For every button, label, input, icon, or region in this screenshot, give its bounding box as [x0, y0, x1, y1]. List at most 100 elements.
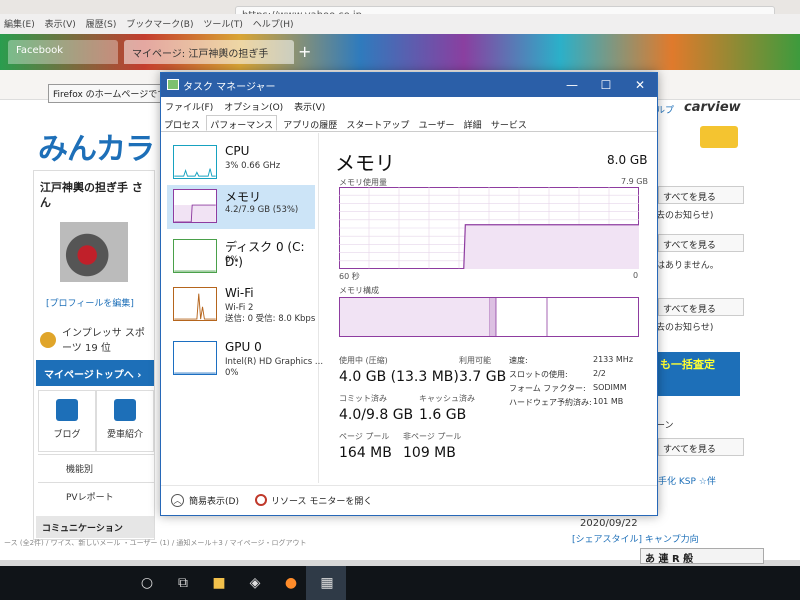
memory-detail-pane: メモリ 8.0 GB メモリ使用量 7.9 GB 60 秒 0 メモリ構成 使用…	[321, 133, 657, 483]
resource-name: Wi-Fi	[225, 286, 254, 300]
ad-banner[interactable]: も一括査定	[656, 352, 740, 396]
site-logo[interactable]: みんカラ	[38, 124, 155, 168]
committed-value: 4.0/9.8 GB	[339, 407, 414, 423]
see-all-button[interactable]: すべてを見る	[658, 234, 744, 252]
minimize-button[interactable]: —	[557, 75, 587, 95]
task-view-icon[interactable]: ⧉	[172, 572, 194, 594]
cached-label: キャッシュ済み	[419, 394, 475, 403]
tab-performance[interactable]: パフォーマンス	[206, 115, 278, 131]
menu-history[interactable]: 履歴(S)	[86, 17, 117, 30]
blog-button[interactable]: ブログ	[38, 390, 96, 452]
username: 江戸神輿の担ぎ手 さん	[40, 181, 143, 209]
committed-label: コミット済み	[339, 394, 387, 403]
car-intro-button[interactable]: 愛車紹介	[96, 390, 154, 452]
in-use-value: 4.0 GB (13.3 MB)	[339, 369, 459, 385]
spec-reserved-value: 101 MB	[593, 397, 624, 406]
tab-facebook[interactable]: Facebook	[8, 40, 118, 64]
tab-mypage[interactable]: マイページ: 江戸神輿の担ぎ手	[124, 40, 294, 64]
close-button[interactable]: ✕	[625, 75, 655, 95]
sidebar-item-kino[interactable]: 機能別	[38, 454, 154, 480]
resource-value: Wi-Fi 2 送信: 0 受信: 8.0 Kbps	[225, 303, 315, 325]
open-resource-monitor-link[interactable]: リソース モニターを開く	[271, 494, 372, 507]
past-news-link[interactable]: 去のお知らせ)	[656, 320, 713, 333]
app-icon[interactable]: ◈	[244, 572, 266, 594]
ad-text: も一括査定	[660, 358, 715, 371]
car-intro-label: 愛車紹介	[106, 430, 143, 440]
file-explorer-icon[interactable]: ■	[208, 572, 230, 594]
mypage-top-button[interactable]: マイページトップへ ›	[36, 360, 154, 386]
memory-usage-graph	[339, 187, 639, 269]
search-button[interactable]	[700, 126, 738, 148]
see-all-button[interactable]: すべてを見る	[658, 438, 744, 456]
gpu-usage: 0%	[225, 368, 239, 378]
spec-speed-value: 2133 MHz	[593, 355, 634, 364]
see-all-button[interactable]: すべてを見る	[658, 298, 744, 316]
community-header[interactable]: コミュニケーション	[36, 516, 154, 538]
task-manager-footer: ︿ 簡易表示(D) リソース モニターを開く	[161, 485, 657, 515]
post-date: 2020/09/22	[580, 518, 638, 529]
past-news-link[interactable]: 去のお知らせ)	[656, 208, 713, 221]
resource-name: ディスク 0 (C: D:)	[225, 240, 305, 269]
wifi-throughput: 送信: 0 受信: 8.0 Kbps	[225, 314, 316, 324]
menu-view[interactable]: 表示(V)	[45, 17, 76, 30]
tab-services[interactable]: サービス	[488, 116, 530, 132]
composition-label: メモリ構成	[339, 286, 379, 295]
title-bar[interactable]: タスク マネージャー — ☐ ✕	[161, 73, 657, 97]
task-manager-window: タスク マネージャー — ☐ ✕ ファイル(F) オプション(O) 表示(V) …	[160, 72, 658, 516]
tab-startup[interactable]: スタートアップ	[343, 116, 412, 132]
resource-list: CPU 3% 0.66 GHz メモリ 4.2/7.9 GB (53%) ディス…	[161, 133, 323, 483]
new-tab-button[interactable]: +	[298, 42, 311, 61]
task-manager-taskbar-icon[interactable]: ▦	[316, 572, 338, 594]
taskbar	[0, 566, 800, 600]
carview-logo[interactable]: carview	[684, 100, 741, 115]
resource-wifi[interactable]: Wi-Fi Wi-Fi 2 送信: 0 受信: 8.0 Kbps	[167, 283, 315, 331]
resource-memory[interactable]: メモリ 4.2/7.9 GB (53%)	[167, 185, 315, 229]
menu-view[interactable]: 表示(V)	[294, 100, 325, 113]
tab-details[interactable]: 詳細	[461, 116, 485, 132]
campaign-text: ーン	[656, 421, 674, 431]
menu-options[interactable]: オプション(O)	[224, 100, 283, 113]
menu-bar: ファイル(F) オプション(O) 表示(V)	[161, 97, 657, 115]
menu-help[interactable]: ヘルプ(H)	[253, 17, 294, 30]
graph-axis-right: 0	[633, 271, 639, 280]
sidebar-item-pv-report[interactable]: PVレポート	[38, 482, 154, 508]
menu-bookmarks[interactable]: ブックマーク(B)	[126, 17, 193, 30]
resource-gpu[interactable]: GPU 0 Intel(R) HD Graphics ... 0%	[167, 337, 323, 381]
ime-bar[interactable]: あ 連 R 般	[640, 548, 764, 565]
none-text: はありません。	[656, 261, 719, 271]
menu-edit[interactable]: 編集(E)	[4, 17, 35, 30]
task-manager-icon	[167, 79, 179, 90]
wifi-adapter: Wi-Fi 2	[225, 303, 254, 313]
paged-pool-label: ページ プール	[339, 432, 390, 441]
tag-links[interactable]: 手化 KSP ☆伴	[658, 474, 716, 487]
memory-composition-bar	[339, 297, 639, 337]
help-link[interactable]: ルプ	[656, 103, 674, 116]
resource-monitor-icon[interactable]	[255, 494, 267, 506]
resource-value: 3% 0.66 GHz	[225, 161, 281, 171]
tab-app-history[interactable]: アプリの履歴	[280, 116, 340, 132]
tab-processes[interactable]: プロセス	[161, 116, 203, 132]
menu-file[interactable]: ファイル(F)	[165, 100, 213, 113]
blog-label: ブログ	[53, 430, 81, 440]
fewer-details-button[interactable]: 簡易表示(D)	[189, 494, 239, 507]
see-all-button[interactable]: すべてを見る	[658, 186, 744, 204]
resource-cpu[interactable]: CPU 3% 0.66 GHz	[167, 141, 315, 185]
status-text: ース (全2件) / ワイス、新しいメール ・ユーザー (1) / 通知メール＋…	[4, 539, 307, 547]
resource-disk[interactable]: ディスク 0 (C: D:) 0%	[167, 235, 315, 279]
paged-pool-value: 164 MB	[339, 445, 392, 461]
avatar[interactable]	[60, 222, 128, 282]
firefox-icon[interactable]: ●	[280, 572, 302, 594]
menu-tools[interactable]: ツール(T)	[203, 17, 243, 30]
memory-thumbnail-graph	[173, 189, 217, 223]
tab-users[interactable]: ユーザー	[416, 116, 458, 132]
browser-menubar: 編集(E) 表示(V) 履歴(S) ブックマーク(B) ツール(T) ヘルプ(H…	[0, 14, 800, 34]
chevron-up-icon[interactable]: ︿	[171, 494, 184, 507]
maximize-button[interactable]: ☐	[591, 75, 621, 95]
graph-axis-left: 60 秒	[339, 272, 360, 281]
resource-name: CPU	[225, 144, 250, 158]
start-search-icon[interactable]: ○	[136, 572, 158, 594]
resource-value: Intel(R) HD Graphics ... 0%	[225, 357, 323, 379]
profile-edit-link[interactable]: [プロフィールを編集]	[46, 296, 134, 309]
tab-strip	[0, 34, 800, 70]
resource-name: GPU 0	[225, 340, 262, 354]
